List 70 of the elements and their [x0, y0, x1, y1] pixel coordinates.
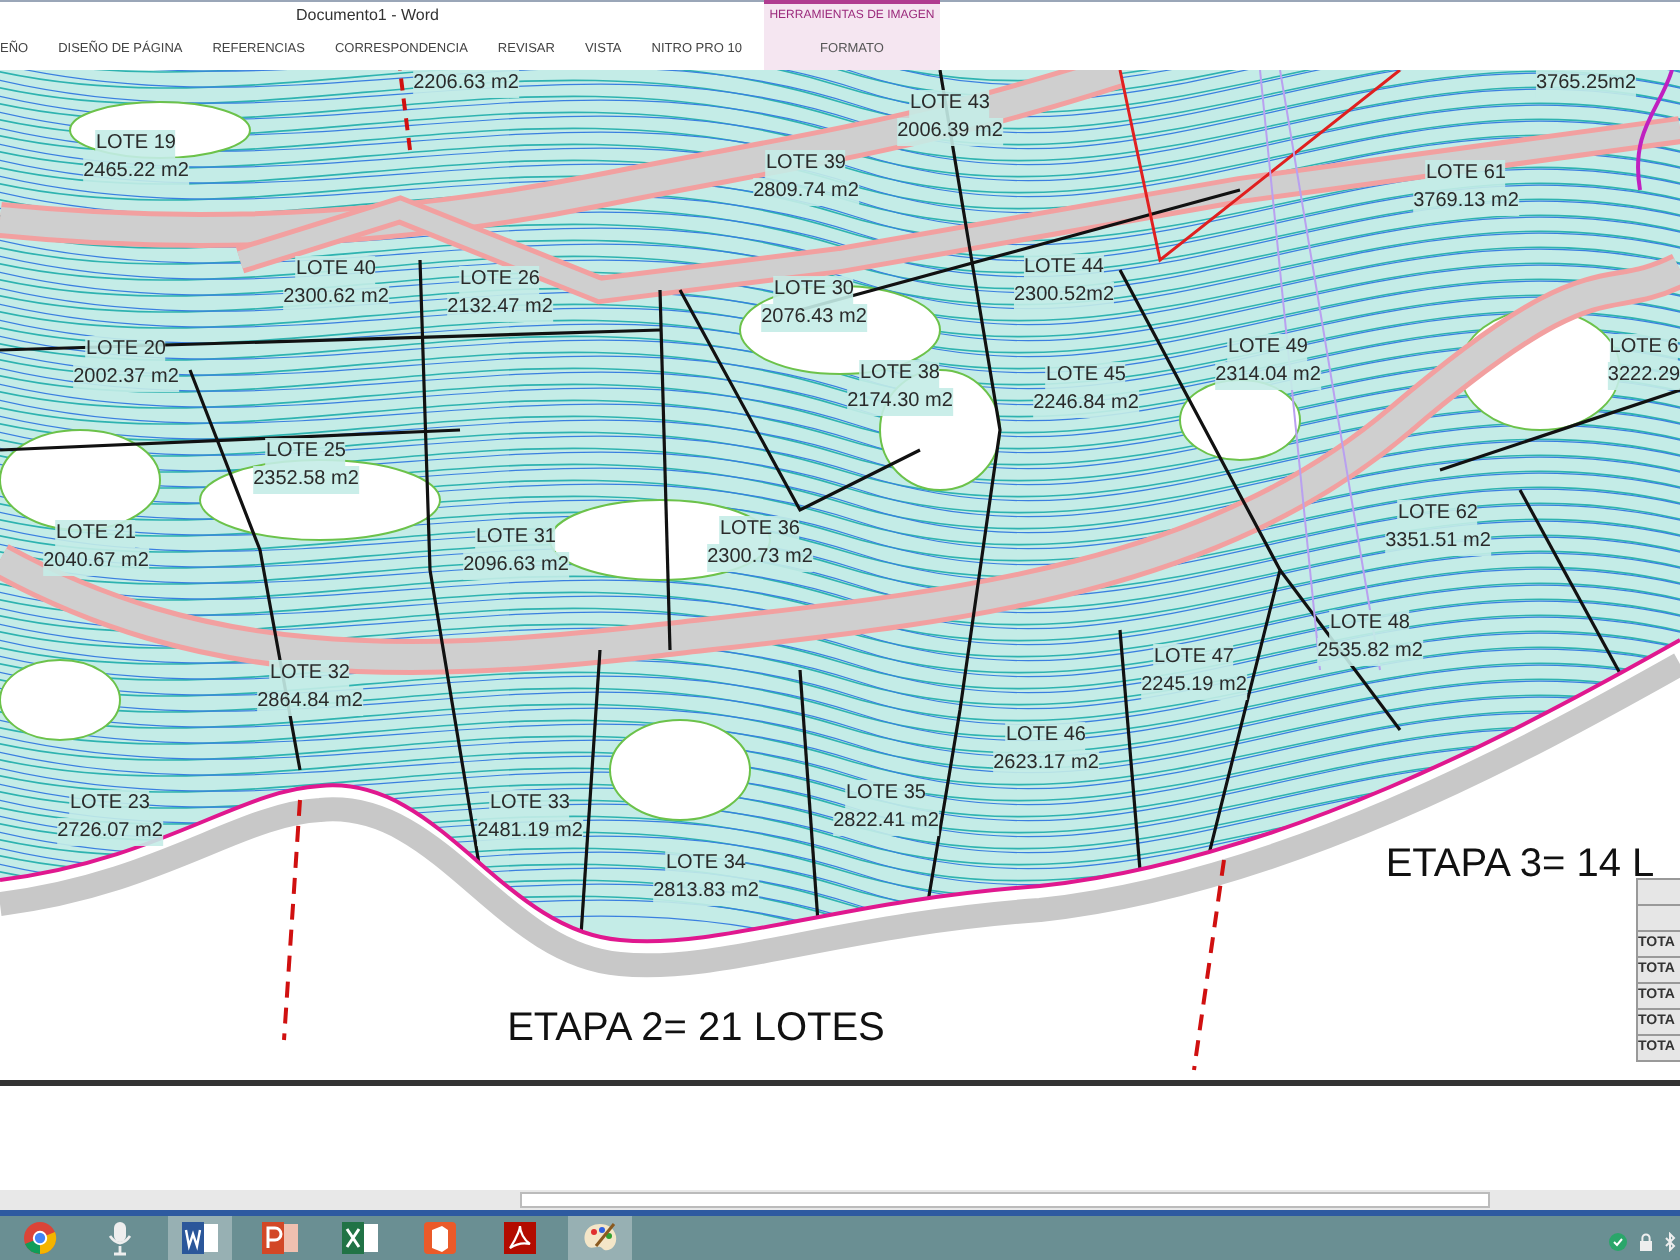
lot-area: 2864.84 m2	[257, 688, 363, 716]
lot-number: LOTE 61	[1425, 160, 1506, 188]
lot-area: 3222.29	[1607, 362, 1680, 390]
lot-number: LOTE 34	[665, 850, 746, 878]
lot-area: 2006.39 m2	[897, 118, 1003, 146]
lot-area: 2174.30 m2	[847, 388, 953, 416]
lot-number: LOTE 36	[719, 516, 800, 544]
lot-number: LOTE 6	[1609, 334, 1679, 362]
lot-number: LOTE 38	[859, 360, 940, 388]
lot-area: 3769.13 m2	[1413, 188, 1519, 216]
taskbar-app-button[interactable]	[168, 1216, 232, 1260]
lot-number: LOTE 47	[1153, 644, 1234, 672]
lot-area: 2206.63 m2	[413, 70, 519, 98]
office-icon	[422, 1220, 458, 1256]
lot-area: 2132.47 m2	[447, 294, 553, 322]
lot-area: 2352.58 m2	[253, 466, 359, 494]
lot-number: LOTE 20	[85, 336, 166, 364]
lot-number: LOTE 48	[1329, 610, 1410, 638]
palette-icon	[580, 1220, 620, 1256]
taskbar-app-button[interactable]	[568, 1216, 632, 1260]
lot-number: LOTE 26	[459, 266, 540, 294]
lot-area: 2813.83 m2	[653, 878, 759, 906]
lot-area: 2300.73 m2	[707, 544, 813, 572]
lot-area: 2314.04 m2	[1215, 362, 1321, 390]
lot-area: 2809.74 m2	[753, 178, 859, 206]
lot-area: 2726.07 m2	[57, 818, 163, 846]
lot-number: LOTE 33	[489, 790, 570, 818]
shield-icon	[1608, 1232, 1628, 1252]
lot-area: 2246.84 m2	[1033, 390, 1139, 418]
lot-area: 2822.41 m2	[833, 808, 939, 836]
lot-number: LOTE 46	[1005, 722, 1086, 750]
presentation-icon	[260, 1220, 300, 1256]
lot-area: 2076.43 m2	[761, 304, 867, 332]
window-title: Documento1 - Word	[296, 6, 439, 24]
lot-number: LOTE 31	[475, 524, 556, 552]
table-cell	[1636, 878, 1680, 906]
lot-area: 2481.19 m2	[477, 818, 583, 846]
lot-area: 3765.25m2	[1535, 70, 1637, 98]
lot-area: 2040.67 m2	[43, 548, 149, 576]
lot-number: LOTE 62	[1397, 500, 1478, 528]
table-cell	[1636, 904, 1680, 932]
lot-number: LOTE 23	[69, 790, 150, 818]
lot-number: LOTE 25	[265, 438, 346, 466]
lot-area: 2300.62 m2	[283, 284, 389, 312]
lot-area: 2535.82 m2	[1317, 638, 1423, 666]
lot-area: 2096.63 m2	[463, 552, 569, 580]
lot-area: 2002.37 m2	[73, 364, 179, 392]
lot-number: LOTE 40	[295, 256, 376, 284]
chrome-icon	[22, 1220, 58, 1256]
lot-area: 3351.51 m2	[1385, 528, 1491, 556]
lot-area: 2245.19 m2	[1141, 672, 1247, 700]
lot-number: LOTE 35	[845, 780, 926, 808]
pdf-icon	[502, 1220, 538, 1256]
lot-area: 2300.52m2	[1013, 282, 1115, 310]
scrollbar-thumb[interactable]	[520, 1192, 1490, 1208]
bluetooth-icon	[1664, 1232, 1676, 1252]
lot-number: LOTE 39	[765, 150, 846, 178]
lot-number: LOTE 19	[95, 130, 176, 158]
lot-number: LOTE 43	[909, 90, 990, 118]
microphone-icon	[108, 1220, 132, 1256]
lock-icon	[1636, 1232, 1656, 1252]
lot-number: LOTE 49	[1227, 334, 1308, 362]
lot-number: LOTE 32	[269, 660, 350, 688]
lot-number: LOTE 45	[1045, 362, 1126, 390]
lot-area: 2623.17 m2	[993, 750, 1099, 778]
lot-number: LOTE 44	[1023, 254, 1104, 282]
lot-area: 2465.22 m2	[83, 158, 189, 186]
lot-number: LOTE 30	[773, 276, 854, 304]
spreadsheet-icon	[340, 1220, 380, 1256]
lot-number: LOTE 21	[55, 520, 136, 548]
